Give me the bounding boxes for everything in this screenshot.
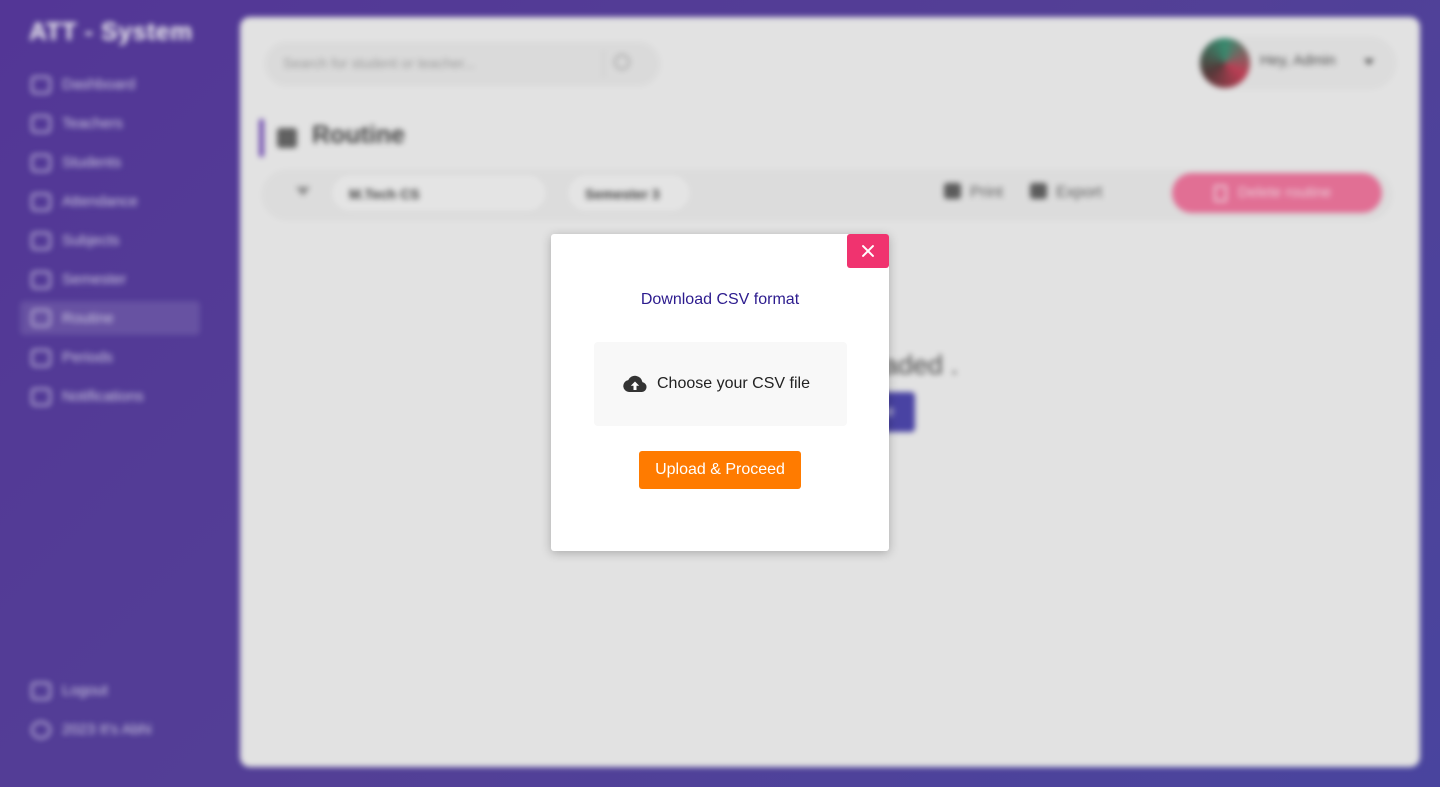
- cloud-upload-icon: [623, 375, 647, 392]
- upload-csv-modal: Download CSV format Choose your CSV file…: [551, 234, 889, 551]
- close-button[interactable]: [847, 234, 889, 268]
- upload-proceed-button[interactable]: Upload & Proceed: [639, 451, 801, 489]
- download-csv-format-link[interactable]: Download CSV format: [551, 291, 889, 309]
- close-icon: [861, 244, 875, 258]
- csv-file-picker[interactable]: Choose your CSV file: [594, 342, 847, 426]
- file-picker-label: Choose your CSV file: [657, 375, 810, 392]
